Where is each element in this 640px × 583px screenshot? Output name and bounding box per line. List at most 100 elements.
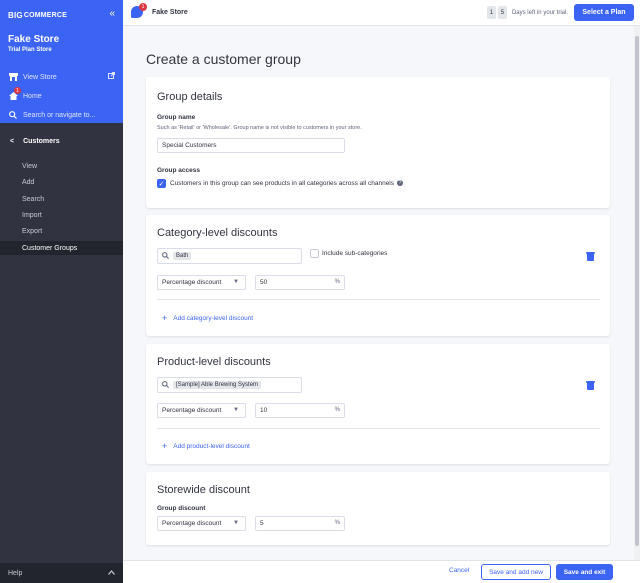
notifications-icon[interactable]: 1 [131,3,147,18]
discount-value: 5 [260,520,264,527]
search-icon [162,251,169,261]
home-link[interactable]: 1 Home [8,87,42,101]
search-placeholder: Search or navigate to... [23,111,96,119]
card-title: Category-level discounts [157,227,278,239]
sidebar-item-search[interactable]: Search [0,192,123,206]
group-discount-label: Group discount [157,505,206,512]
caret-down-icon: ▼ [233,279,239,285]
help-icon[interactable]: ? [397,180,404,187]
search-icon [8,110,18,120]
sidebar-search[interactable]: Search or navigate to... [8,110,95,120]
product-search-input[interactable]: [Sample] Able Brewing System [157,377,302,393]
include-sub-categories-checkbox[interactable] [310,249,319,258]
plus-icon: + [162,441,168,451]
scrollbar[interactable] [634,26,640,560]
card-title: Product-level discounts [157,356,271,368]
product-tag[interactable]: [Sample] Able Brewing System [173,381,262,389]
category-search-input[interactable]: Bath [157,248,302,264]
help-bar[interactable]: Help [0,563,123,583]
group-details-card: Group details Group name Such as 'Retail… [146,77,610,208]
plus-icon: + [162,313,168,323]
bigcommerce-logo[interactable]: BIG COMMERCE [8,9,67,21]
divider [157,299,600,300]
group-access-checkbox-label: Customers in this group can see products… [170,180,404,187]
home-label: Home [23,92,42,100]
percent-suffix: % [334,407,340,413]
group-access-text: Customers in this group can see products… [170,180,395,187]
store-plan: Trial Plan Store [8,47,52,53]
top-bar: 1 Fake Store 1 5 Days left in your trial… [123,0,640,26]
sidebar-section-label: Customers [23,138,60,145]
group-name-label: Group name [157,114,196,121]
add-product-discount-label: Add product-level discount [173,442,250,450]
save-and-add-new-button[interactable]: Save and add new [481,564,551,580]
group-access-label: Group access [157,167,200,174]
discount-type-select[interactable]: Percentage discount ▼ [157,516,246,531]
external-link-icon[interactable] [108,72,115,81]
sidebar-header: BIG COMMERCE « Fake Store Trial Plan Sto… [0,0,123,123]
view-store-link[interactable]: View Store [8,72,57,82]
product-discounts-card: Product-level discounts [Sample] Able Br… [146,344,610,464]
view-store-label: View Store [23,73,57,81]
topbar-store-name: Fake Store [152,9,188,16]
storefront-icon [8,72,18,82]
discount-type-select[interactable]: Percentage discount ▼ [157,403,246,418]
include-sub-categories-label: Include sub-categories [322,250,388,257]
group-name-input[interactable]: Special Customers [157,138,345,153]
caret-down-icon: ▼ [233,407,239,413]
percent-suffix: % [334,520,340,526]
sidebar-item-import[interactable]: Import [0,208,123,222]
discount-value-input[interactable]: 10 % [255,403,345,418]
trial-digit: 5 [497,6,507,19]
discount-type-value: Percentage discount [162,407,222,414]
group-access-checkbox[interactable]: ✓ [157,179,166,188]
card-title: Storewide discount [157,484,250,496]
home-icon: 1 [8,87,21,101]
discount-type-value: Percentage discount [162,520,222,527]
discount-value-input[interactable]: 5 % [255,516,345,531]
add-product-discount-link[interactable]: + Add product-level discount [162,441,250,451]
caret-down-icon: ▼ [233,520,239,526]
logo-text: COMMERCE [23,11,68,19]
sidebar-item-view[interactable]: View [0,159,123,173]
add-category-discount-link[interactable]: + Add category-level discount [162,313,253,323]
discount-value: 50 [260,279,268,286]
cancel-button[interactable]: Cancel [449,567,469,574]
search-icon [162,380,169,390]
discount-value: 10 [260,407,268,414]
sidebar-section-customers[interactable]: < Customers [0,135,123,148]
chevron-up-icon [108,569,115,577]
help-label: Help [8,569,23,577]
percent-suffix: % [334,279,340,285]
discount-type-value: Percentage discount [162,279,222,286]
delete-icon[interactable] [586,252,595,261]
logo-mark: BIG [8,10,23,20]
discount-value-input[interactable]: 50 % [255,275,345,290]
select-plan-button[interactable]: Select a Plan [574,4,634,21]
home-badge: 1 [14,87,21,94]
trial-text: Days left in your trial. [511,9,568,16]
scrollbar-thumb[interactable] [635,36,639,546]
storewide-discount-card: Storewide discount Group discount Percen… [146,472,610,545]
trial-counter: 1 5 Days left in your trial. [486,6,568,19]
save-and-exit-button[interactable]: Save and exit [556,564,613,580]
notification-count: 1 [139,3,147,11]
main-content: Create a customer group Group details Gr… [123,26,640,560]
group-name-hint: Such as 'Retail' or 'Wholesale'. Group n… [157,125,362,131]
page-title: Create a customer group [146,51,301,67]
sidebar-item-customer-groups[interactable]: Customer Groups [0,241,123,255]
add-category-discount-label: Add category-level discount [173,314,254,322]
card-title: Group details [157,91,223,103]
trial-digit: 1 [486,6,496,19]
divider [157,428,600,429]
store-name: Fake Store [8,34,60,45]
discount-type-select[interactable]: Percentage discount ▼ [157,275,246,290]
delete-icon[interactable] [586,381,595,390]
category-discounts-card: Category-level discounts Bath Include su… [146,215,610,336]
sidebar-item-add[interactable]: Add [0,175,123,189]
sidebar-item-export[interactable]: Export [0,224,123,238]
category-tag[interactable]: Bath [173,252,192,260]
sidebar: BIG COMMERCE « Fake Store Trial Plan Sto… [0,0,123,583]
collapse-sidebar-icon[interactable]: « [109,8,115,19]
footer-bar: Cancel Save and add new Save and exit [123,560,640,583]
